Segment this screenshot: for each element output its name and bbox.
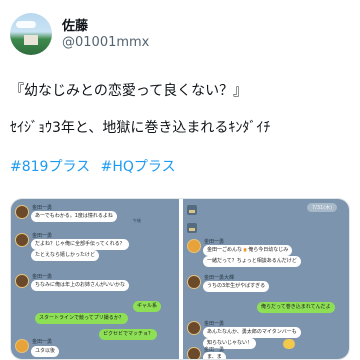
sender-name: 金田一勇 [204, 321, 225, 327]
chat-avatar [15, 233, 29, 247]
tweet-text-line-2: ｾｲｼﾞｮｳ3年と、地獄に巻き込まれるｷﾝﾀﾞｲﾁ [10, 120, 271, 136]
chat-bubble-mine: ピクセビでマッチョ？ [99, 329, 158, 340]
sender-name: 金田一勇 [32, 205, 53, 211]
chat-bubble-mine: 俺らだって巻き込まれてんだよ [257, 302, 335, 313]
hashtag-list: #819プラス #HQプラス [10, 156, 182, 176]
sender-name: 金田一勇 [32, 274, 53, 280]
tweet-header: 佐藤 @01001mmx [10, 10, 350, 62]
chat-screenshot-right[interactable]: 7/31(木) 金田一勇 金田一ごめんな🍺俺ら今日幼なじみ 一緒だって？ちょっと… [183, 199, 349, 359]
image-icon [187, 205, 197, 215]
sticker-icon [283, 339, 295, 349]
chat-avatar [187, 321, 201, 335]
date-pill: 7/31(木) [307, 203, 338, 212]
tweet-text-line-1: 『幼なじみとの恋愛って良くない？』 [10, 83, 248, 99]
display-name[interactable]: 佐藤 [62, 15, 88, 34]
chat-screenshot-left[interactable]: 金田一勇 あーでもわかる。1度は憧れるよね 午後 金田一勇 だよね？じゃ俺に全部… [11, 199, 179, 359]
chat-bubble: ユタ以後 [31, 346, 60, 357]
chat-avatar [187, 275, 201, 289]
chat-bubble: たとえなら嬉しかったけど [31, 250, 100, 261]
chat-avatar [187, 239, 201, 253]
chat-bubble: 金田一ごめんな🍺俺ら今日幼なじみ [203, 245, 293, 256]
chat-bubble: 一緒だって？ちょっと相談あるんだけど [203, 256, 301, 267]
user-handle[interactable]: @01001mmx [62, 35, 149, 50]
timestamp: 午後 [133, 218, 141, 223]
chat-avatar [15, 274, 29, 288]
chat-bubble: あーでもわかる。1度は憧れるよね [31, 211, 117, 222]
avatar-house [24, 35, 38, 45]
chat-bubble: ま、ま [203, 352, 226, 359]
chat-avatar [15, 205, 29, 219]
sender-name: 金田一勇大輝 [204, 275, 235, 281]
avatar-cloud [16, 21, 36, 28]
chat-bubble-mine: スタートラインで競ってプリ撮るか？ [35, 313, 128, 324]
hashtag-hq[interactable]: #HQプラス [101, 159, 176, 175]
chat-bubble: あんたなんか、勇太郎のマイタンバーも [203, 327, 301, 338]
chat-bubble-mine: ギャル系 [133, 301, 162, 312]
media-grid: 金田一勇 あーでもわかる。1度は憧れるよね 午後 金田一勇 だよね？じゃ俺に全部… [10, 198, 350, 360]
image-icon [187, 223, 197, 233]
sender-name: 金田一勇 [32, 339, 53, 345]
sender-name: 金田一勇 [204, 239, 225, 245]
avatar[interactable] [10, 13, 52, 55]
chat-avatar [187, 347, 201, 359]
sender-name: 金田一勇 [32, 233, 53, 239]
hashtag-819[interactable]: #819プラス [10, 159, 90, 175]
chat-bubble: ちなみに俺は年上のお姉さんがいいかな [31, 280, 130, 291]
chat-avatar [15, 339, 29, 353]
chat-bubble: だよね？じゃ俺に全部手伝ってくれる？ [31, 239, 129, 250]
chat-bubble: うちの3年生がやばすぎる [203, 281, 270, 292]
